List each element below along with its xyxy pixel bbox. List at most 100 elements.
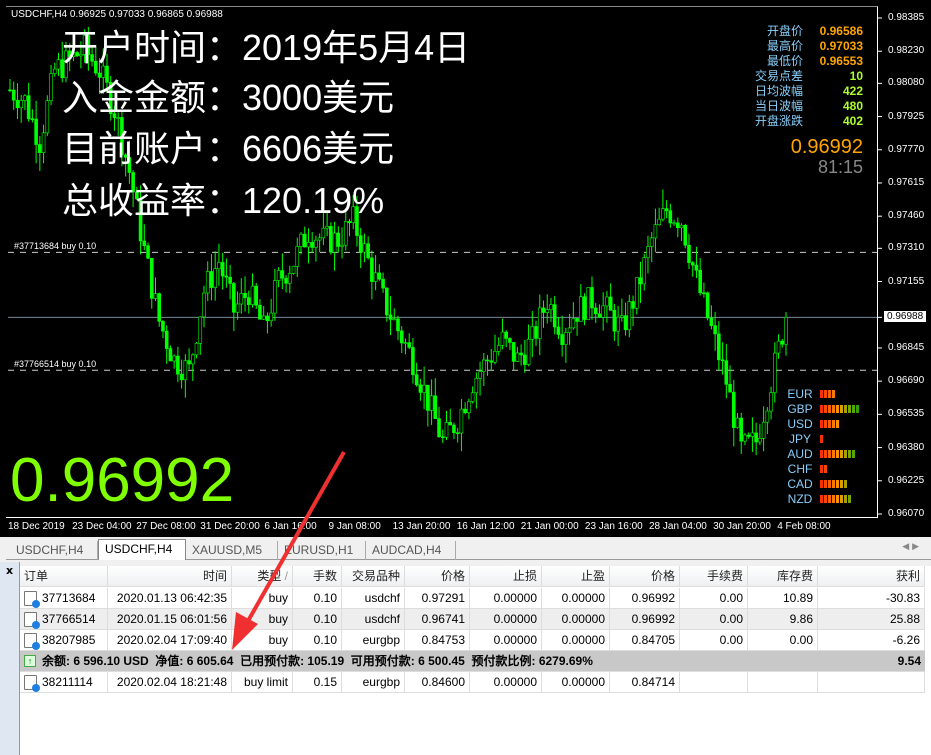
current-price: 0.96992 [790, 136, 863, 158]
overlay-deposit: 入金金额：3000美元 [62, 77, 395, 118]
strength-row: CHF [780, 461, 860, 476]
price-chart[interactable]: USDCHF,H4 0.96925 0.97033 0.96865 0.9698… [0, 0, 931, 537]
date-tick-label: 9 Jan 08:00 [328, 521, 381, 532]
currency-label: JPY [788, 431, 811, 446]
chart-tab[interactable]: USDCHF,H4 [10, 541, 98, 560]
tab-scroll-arrows[interactable]: ◀ ▶ [902, 542, 919, 552]
column-header[interactable]: 手续费 [680, 566, 748, 587]
column-header[interactable]: 时间 [108, 566, 232, 587]
table-cell: -6.26 [818, 630, 925, 651]
strength-bar [832, 419, 835, 428]
chart-symbol-info: USDCHF,H4 0.96925 0.97033 0.96865 0.9698… [11, 9, 223, 20]
price-tick-label: 0.97155 [888, 275, 925, 287]
info-key: 日均波幅 [754, 84, 803, 98]
strength-bar [820, 404, 823, 413]
currency-label: EUR [787, 386, 813, 401]
account-summary-row: ↑ 余额: 6 596.10 USD 净值: 6 605.64 已用预付款: 10… [20, 651, 925, 672]
order-icon [24, 612, 40, 629]
close-icon[interactable]: x [6, 564, 13, 577]
table-row[interactable]: 37766514 2020.01.15 06:01:56 buy 0.10 usdchf… [20, 609, 925, 630]
table-cell: 0.96992 [610, 588, 680, 609]
chart-tab[interactable]: XAUUSD,M5 [186, 541, 278, 560]
strength-bar [820, 419, 823, 428]
overlay-return: 总收益率：120.19% [62, 180, 385, 221]
strength-bar [852, 404, 855, 413]
chart-tab[interactable]: EURUSD,H1 [278, 541, 366, 560]
table-cell: 0.00 [748, 630, 818, 651]
date-tick-label: 4 Feb 08:00 [777, 521, 831, 532]
date-tick-label: 21 Jan 00:00 [520, 521, 579, 532]
info-key: 开盘涨跌 [754, 114, 803, 128]
date-tick-label: 23 Dec 04:00 [72, 521, 132, 532]
table-cell: 37766514 [20, 609, 108, 630]
strength-bar [836, 404, 839, 413]
currency-label: NZD [787, 491, 813, 506]
chart-tab[interactable]: AUDCAD,H4 [366, 541, 456, 560]
strength-bar [820, 494, 823, 503]
summary-profit: 9.54 [897, 654, 921, 668]
strength-bar [844, 404, 847, 413]
strength-bar [828, 449, 831, 458]
strength-bar [844, 449, 847, 458]
table-cell: -30.83 [818, 588, 925, 609]
strength-bar [848, 494, 851, 503]
column-header[interactable]: 类型 / [232, 566, 293, 587]
info-value: 0.97033 [819, 39, 863, 53]
price-tick-label: 0.96690 [888, 375, 925, 387]
strength-bar [824, 404, 827, 413]
table-cell: 0.10 [293, 609, 342, 630]
strength-bar [820, 449, 823, 458]
table-cell: 2020.01.13 06:42:35 [108, 588, 232, 609]
price-tick-label: 0.96225 [888, 474, 925, 486]
table-cell: buy [232, 609, 293, 630]
column-header[interactable]: 交易品种 [342, 566, 405, 587]
table-cell: 37713684 [20, 588, 108, 609]
info-row: 最低价 0.96553 [755, 54, 863, 69]
table-cell: usdchf [342, 588, 405, 609]
date-tick-label: 18 Dec 2019 [8, 521, 65, 532]
info-key: 交易点差 [754, 69, 803, 83]
column-header[interactable]: 止盈 [542, 566, 610, 587]
strength-bar [840, 449, 843, 458]
table-cell: 0.10 [293, 588, 342, 609]
strength-row: CAD [780, 476, 860, 491]
price-tick-label: 0.97460 [888, 210, 925, 222]
date-tick-label: 31 Dec 20:00 [200, 521, 260, 532]
strength-bar [836, 494, 839, 503]
strength-row: NZD [780, 491, 860, 506]
column-header[interactable]: 获利 [818, 566, 925, 587]
table-cell: 0.84753 [405, 630, 470, 651]
table-cell: 10.89 [748, 588, 818, 609]
strength-bar [824, 479, 827, 488]
table-cell: 2020.02.04 18:21:48 [108, 672, 232, 693]
currency-label: GBP [787, 401, 813, 416]
strength-bar [836, 479, 839, 488]
table-cell: 0.96992 [610, 609, 680, 630]
price-tick-label: 0.97925 [888, 110, 925, 122]
column-header[interactable]: 手数 [293, 566, 342, 587]
info-row: 日均波幅 422 [755, 84, 863, 99]
strength-bar [836, 449, 839, 458]
column-header[interactable]: 订单 [20, 566, 108, 587]
strength-row: USD [780, 416, 860, 431]
strength-bar [824, 449, 827, 458]
table-row[interactable]: 38207985 2020.02.04 17:09:40 buy 0.10 eurgbp… [20, 630, 925, 651]
column-header[interactable]: 库存费 [748, 566, 818, 587]
chart-tab[interactable]: USDCHF,H4 [98, 539, 186, 560]
date-tick-label: 6 Jan 16:00 [264, 521, 317, 532]
column-header[interactable]: 价格 [405, 566, 470, 587]
column-header[interactable]: 价格 [610, 566, 680, 587]
table-cell: usdchf [342, 609, 405, 630]
table-row-pending[interactable]: 38211114 2020.02.04 18:21:48 buy limit 0.15… [20, 672, 925, 693]
market-info-panel: 开盘价 0.96586 最高价 0.97033 最低价 0.96553 交易点差 10 日均波幅… [755, 24, 863, 129]
overlay-account: 目前账户：6606美元 [62, 128, 395, 169]
info-key: 最高价 [766, 39, 803, 53]
strength-bar [840, 479, 843, 488]
price-tick-label: 0.97770 [888, 143, 925, 155]
info-row: 当日波幅 480 [755, 99, 863, 114]
strength-bar [848, 449, 851, 458]
order-icon [24, 675, 40, 692]
table-cell [748, 672, 818, 693]
column-header[interactable]: 止损 [470, 566, 542, 587]
table-row[interactable]: 37713684 2020.01.13 06:42:35 buy 0.10 usdchf… [20, 588, 925, 609]
